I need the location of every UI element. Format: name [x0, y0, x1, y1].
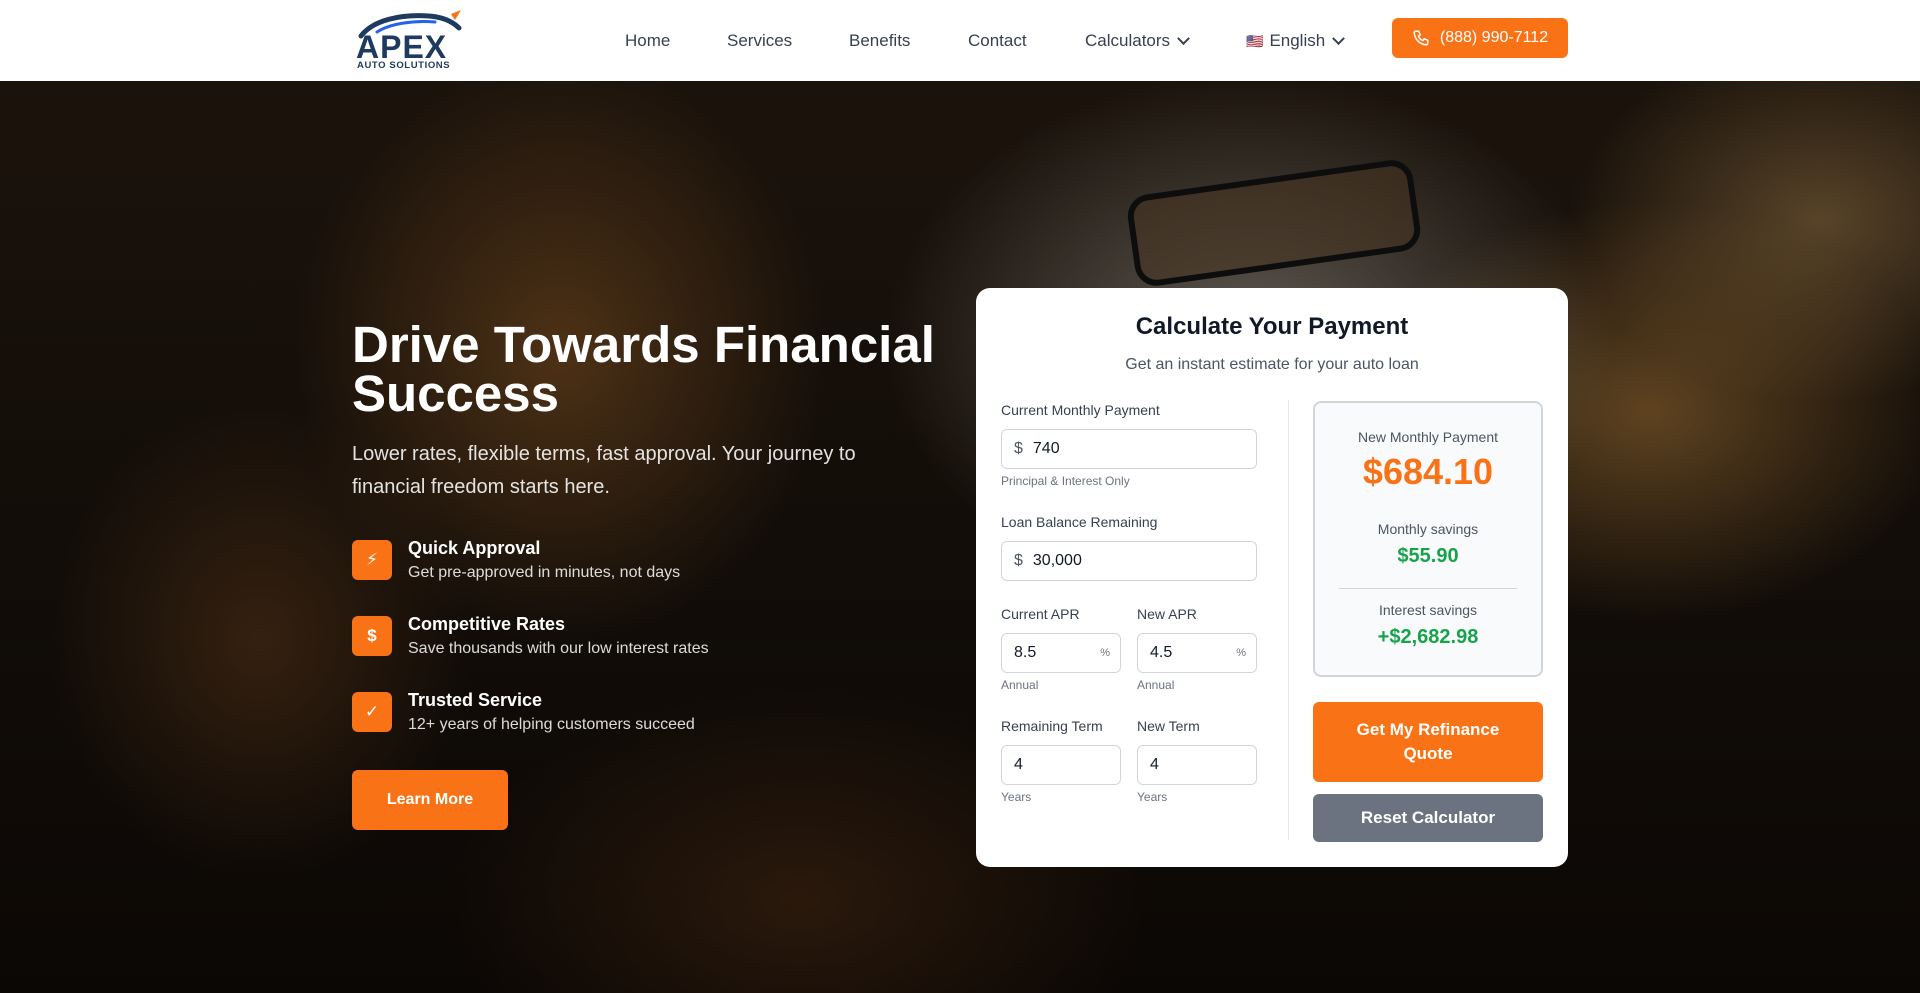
current-apr-label: Current APR [1001, 606, 1080, 622]
interest-savings-value: +$2,682.98 [1377, 626, 1479, 648]
new-apr-label: New APR [1137, 606, 1197, 622]
nav-calculators-dropdown[interactable]: Calculators [1085, 31, 1190, 51]
current-apr-input[interactable]: 8.5 % [1001, 633, 1121, 673]
loan-balance-input[interactable]: $ 30,000 [1001, 541, 1257, 581]
remaining-term-value: 4 [1014, 756, 1023, 773]
new-term-hint: Years [1137, 790, 1168, 804]
feature-title: Competitive Rates [408, 614, 566, 634]
apex-logo[interactable]: APEX AUTO SOLUTIONS [355, 8, 475, 72]
language-label: English [1269, 31, 1326, 50]
current-payment-label: Current Monthly Payment [1001, 402, 1160, 418]
remaining-term-input[interactable]: 4 [1001, 745, 1121, 785]
new-payment-value: $684.10 [1362, 451, 1494, 492]
chevron-down-icon [1177, 31, 1190, 45]
feature-description: 12+ years of helping customers succeed [408, 716, 695, 733]
column-divider [1288, 400, 1289, 840]
calculator-title: Calculate Your Payment [1135, 313, 1409, 340]
get-quote-button[interactable]: Get My Refinance Quote [1313, 702, 1543, 782]
new-apr-value: 4.5 [1150, 644, 1173, 661]
monthly-savings-value: $55.90 [1397, 545, 1459, 567]
new-apr-hint: Annual [1137, 678, 1175, 692]
hero-section [0, 81, 1920, 993]
current-apr-hint: Annual [1001, 678, 1039, 692]
payment-calculator-card: Calculate Your Payment Get an instant es… [976, 288, 1568, 867]
interest-savings-label: Interest savings [1378, 602, 1478, 618]
nav-services[interactable]: Services [727, 31, 792, 51]
feature-title: Trusted Service [408, 690, 543, 710]
percent-suffix: % [1236, 647, 1246, 659]
nav-calculators-label: Calculators [1085, 31, 1171, 50]
feature-title: Quick Approval [408, 538, 541, 558]
current-apr-value: 8.5 [1014, 644, 1037, 661]
percent-suffix: % [1100, 647, 1110, 659]
dollar-prefix: $ [1014, 440, 1023, 457]
feature-quick-approval: ⚡ Quick Approval Get pre-approved in min… [352, 538, 812, 590]
learn-more-button[interactable]: Learn More [352, 770, 508, 830]
dollar-prefix: $ [1014, 552, 1023, 569]
shield-icon: ✓ [352, 692, 392, 732]
new-term-input[interactable]: 4 [1137, 745, 1257, 785]
nav-home[interactable]: Home [625, 31, 670, 51]
bolt-icon: ⚡ [352, 540, 392, 580]
chevron-down-icon [1332, 31, 1346, 45]
hero-subtitle: Lower rates, flexible terms, fast approv… [352, 443, 856, 498]
hero-title: Drive Towards Financial Success [352, 316, 935, 422]
remaining-term-label: Remaining Term [1001, 718, 1103, 734]
dollar-icon: $ [352, 616, 392, 656]
reset-calculator-button[interactable]: Reset Calculator [1313, 794, 1543, 842]
flag-icon: 🇺🇸 [1246, 32, 1264, 49]
nav-benefits[interactable]: Benefits [849, 31, 910, 51]
monthly-savings-label: Monthly savings [1377, 521, 1479, 537]
calculator-subtitle: Get an instant estimate for your auto lo… [1125, 356, 1419, 373]
new-apr-input[interactable]: 4.5 % [1137, 633, 1257, 673]
feature-description: Get pre-approved in minutes, not days [408, 564, 681, 581]
language-selector[interactable]: 🇺🇸 English [1246, 31, 1346, 51]
new-term-value: 4 [1150, 756, 1159, 773]
nav-contact[interactable]: Contact [968, 31, 1027, 51]
current-payment-value: 740 [1032, 440, 1060, 457]
results-panel: New Monthly Payment $684.10 Monthly savi… [1313, 401, 1543, 677]
hero-overlay [0, 81, 1920, 993]
phone-call-button[interactable]: (888) 990-7112 [1392, 18, 1568, 58]
logo-tagline: AUTO SOLUTIONS [357, 60, 451, 71]
results-divider [1339, 588, 1517, 589]
feature-competitive-rates: $ Competitive Rates Save thousands with … [352, 614, 812, 666]
phone-number: (888) 990-7112 [1439, 29, 1549, 46]
feature-trusted-service: ✓ Trusted Service 12+ years of helping c… [352, 690, 812, 742]
remaining-term-hint: Years [1001, 790, 1032, 804]
current-payment-hint: Principal & Interest Only [1001, 474, 1130, 488]
loan-balance-value: 30,000 [1032, 552, 1082, 569]
logo-wordmark: APEX [356, 29, 448, 65]
site-header: APEX AUTO SOLUTIONS Home Services Benefi… [0, 0, 1920, 81]
loan-balance-label: Loan Balance Remaining [1001, 514, 1158, 530]
current-payment-input[interactable]: $ 740 [1001, 429, 1257, 469]
new-term-label: New Term [1137, 718, 1200, 734]
feature-description: Save thousands with our low interest rat… [408, 640, 709, 657]
phone-icon [1413, 30, 1429, 46]
new-payment-label: New Monthly Payment [1357, 429, 1499, 445]
